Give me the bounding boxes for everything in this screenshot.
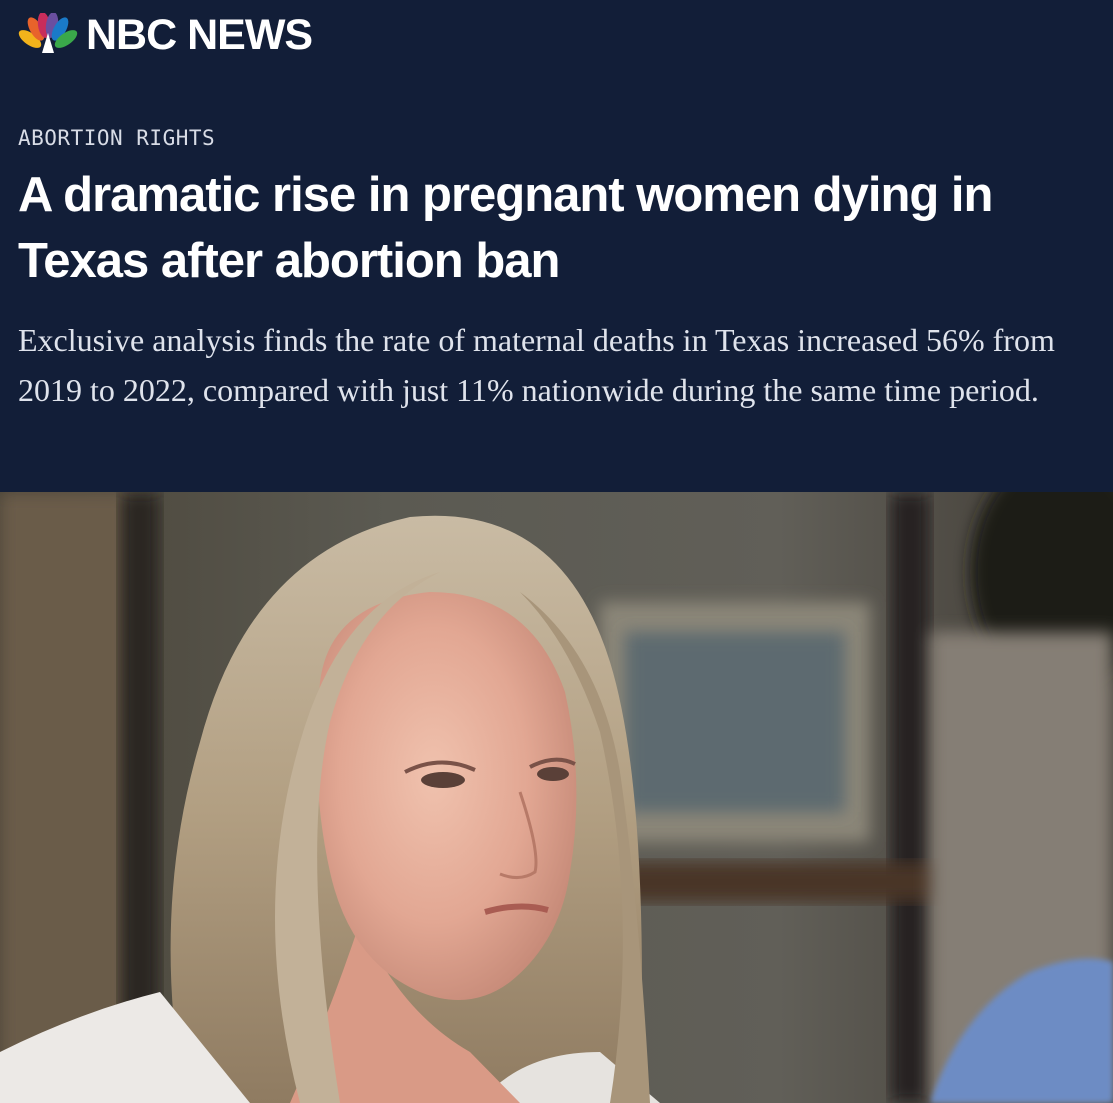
- article-photo: [0, 492, 1113, 1103]
- brand-name: NBC NEWS: [86, 11, 313, 59]
- photo-illustration: [0, 492, 1113, 1103]
- article-page: NBC NEWS ABORTION RIGHTS A dramatic rise…: [0, 0, 1113, 1103]
- peacock-icon: [18, 13, 78, 53]
- article-header: NBC NEWS ABORTION RIGHTS A dramatic rise…: [0, 0, 1113, 492]
- article-dek: Exclusive analysis finds the rate of mat…: [18, 322, 1055, 408]
- article-headline: A dramatic rise in pregnant women dying …: [18, 168, 993, 288]
- section-label[interactable]: ABORTION RIGHTS: [18, 124, 215, 152]
- brand-logo[interactable]: NBC NEWS: [18, 11, 313, 59]
